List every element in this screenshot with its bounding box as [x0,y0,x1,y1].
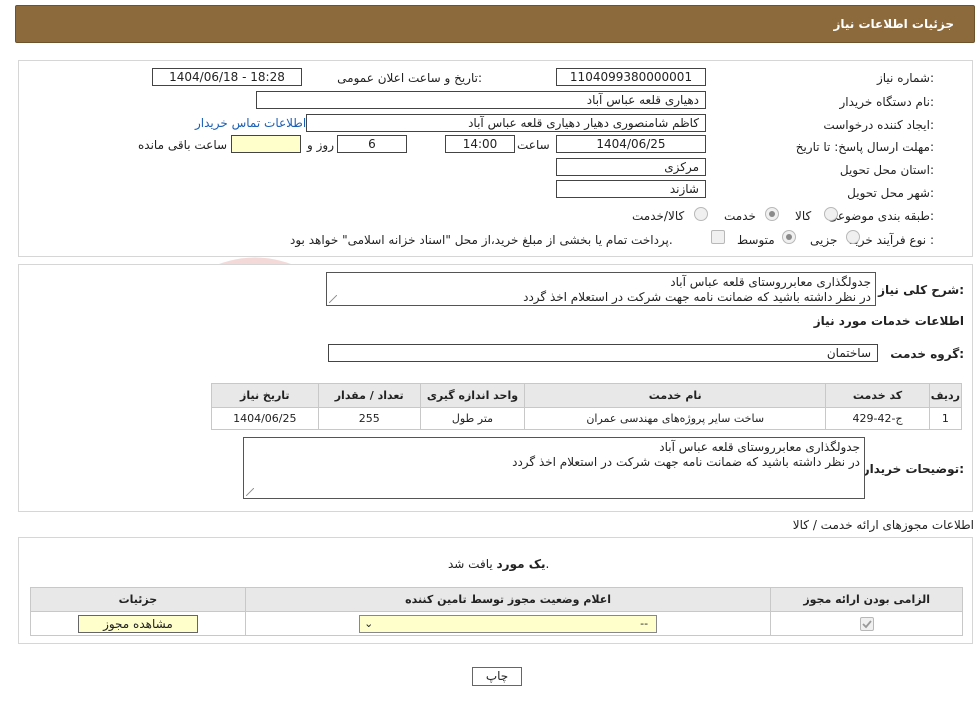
need-number-field: 1104099380000001 [556,68,706,86]
col-service-name: نام خدمت [524,383,827,408]
service-group-label: گروه خدمت: [890,347,964,361]
process-medium-radio[interactable] [782,230,796,244]
buyer-notes-label: توضیحات خریدار: [862,462,964,476]
hours-remaining-field [231,135,301,153]
col-quantity: تعداد / مقدار [317,383,421,408]
table-row: 1 ج-42-429 ساخت سایر پروژه‌های مهندسی عم… [211,407,963,430]
category-service-label: خدمت [724,209,756,223]
contact-buyer-link[interactable]: اطلاعات تماس خریدار [195,116,306,130]
buyer-notes-line-2: در نظر داشته باشید که ضمانت نامه جهت شرک… [512,455,860,469]
process-medium-label: متوسط [737,233,775,247]
services-table: ردیف کد خدمت نام خدمت واحد اندازه گیری ت… [211,383,963,430]
need-summary-line-1: جدولگذاری معابرروستای قلعه عباس آباد [670,275,871,289]
col-permit-details: جزئیات [30,587,246,612]
cell-service-name: ساخت سایر پروژه‌های مهندسی عمران [524,407,827,430]
category-label: طبقه بندی موضوعی: [827,209,934,223]
category-service-radio[interactable] [765,207,779,221]
buyer-notes-textarea[interactable]: جدولگذاری معابرروستای قلعه عباس آباد در … [243,437,865,499]
cell-permit-details: مشاهده مجوز [30,611,246,636]
service-group-field: ساختمان [328,344,878,362]
hours-remaining-label: ساعت باقی مانده [138,138,228,152]
view-permit-button[interactable]: مشاهده مجوز [77,614,198,633]
category-goods-radio[interactable] [824,207,838,221]
permit-required-checkbox[interactable] [859,616,874,631]
services-title: اطلاعات خدمات مورد نیاز [813,314,964,328]
details-panel [18,60,973,257]
col-row: ردیف [928,383,963,408]
col-code: کد خدمت [825,383,930,408]
deadline-time-field: 14:00 [445,135,515,153]
process-minor-radio[interactable] [846,230,860,244]
city-field: شازند [556,180,706,198]
col-permit-status: اعلام وضعیت مجوز توسط تامین کننده [244,587,772,612]
need-summary-line-2: در نظر داشته باشید که ضمانت نامه جهت شرک… [523,290,871,304]
need-summary-label: شرح کلی نیاز: [878,283,964,297]
chevron-down-icon: ⌄ [364,616,374,630]
deadline-label: مهلت ارسال پاسخ: تا تاریخ: [795,140,934,154]
resize-grip-icon[interactable] [246,488,254,496]
treasury-bond-checkbox[interactable] [711,230,725,244]
category-goods-service-radio[interactable] [694,207,708,221]
payment-note: پرداخت تمام یا بخشی از مبلغ خرید،از محل … [290,233,673,247]
cell-row: 1 [928,407,963,430]
process-label: نوع فرآیند خرید : [849,233,934,247]
cell-permit-status: ⌄ -- [244,611,772,636]
permits-table-header: الزامی بودن ارائه مجوز اعلام وضعیت مجوز … [30,587,963,612]
permit-status-value: -- [640,616,649,630]
city-label: شهر محل تحویل: [847,186,934,200]
cell-quantity: 255 [317,407,421,430]
province-field: مرکزی [556,158,706,176]
buyer-notes-line-1: جدولگذاری معابرروستای قلعه عباس آباد [659,440,860,454]
page-header: جزئیات اطلاعات نیاز [15,5,975,43]
page-title: جزئیات اطلاعات نیاز [833,17,954,31]
cell-code: ج-42-429 [825,407,930,430]
creator-field: کاظم شامنصوری دهیار دهیاری قلعه عباس آبا… [306,114,706,132]
category-goods-service-label: کالا/خدمت [632,209,685,223]
cell-unit: متر طول [419,407,526,430]
category-goods-label: کالا [795,209,812,223]
process-minor-label: جزیی [810,233,838,247]
buyer-label: نام دستگاه خریدار: [839,95,935,109]
cell-permit-required [770,611,963,636]
permits-found-text: یک مورد یافت شد. [448,557,549,571]
announce-field: 1404/06/18 - 18:28 [152,68,302,86]
permit-status-select[interactable]: ⌄ -- [359,614,658,633]
creator-label: ایجاد کننده درخواست: [823,118,934,132]
permits-found-count: یک مورد [496,557,546,571]
province-label: استان محل تحویل: [839,163,934,177]
days-remaining-field: 6 [337,135,407,153]
deadline-time-label: ساعت [517,138,550,152]
table-row: ⌄ -- مشاهده مجوز [30,611,963,636]
resize-grip-icon[interactable] [329,295,337,303]
need-number-label: شماره نیاز: [876,71,934,85]
services-table-header: ردیف کد خدمت نام خدمت واحد اندازه گیری ت… [211,383,963,408]
permits-title: اطلاعات مجوزهای ارائه خدمت / کالا [792,518,974,532]
col-need-date: تاریخ نیاز [211,383,319,408]
need-summary-textarea[interactable]: جدولگذاری معابرروستای قلعه عباس آباد در … [326,272,876,306]
cell-need-date: 1404/06/25 [211,407,319,430]
col-unit: واحد اندازه گیری [419,383,526,408]
deadline-date-field: 1404/06/25 [556,135,706,153]
buyer-field: دهیاری قلعه عباس آباد [256,91,706,109]
days-label: روز و [307,138,334,152]
print-button[interactable]: چاپ [472,667,522,686]
permits-table: الزامی بودن ارائه مجوز اعلام وضعیت مجوز … [30,587,963,636]
check-icon [862,619,872,628]
col-permit-required: الزامی بودن ارائه مجوز [770,587,963,612]
announce-label: تاریخ و ساعت اعلان عمومی: [337,71,482,85]
